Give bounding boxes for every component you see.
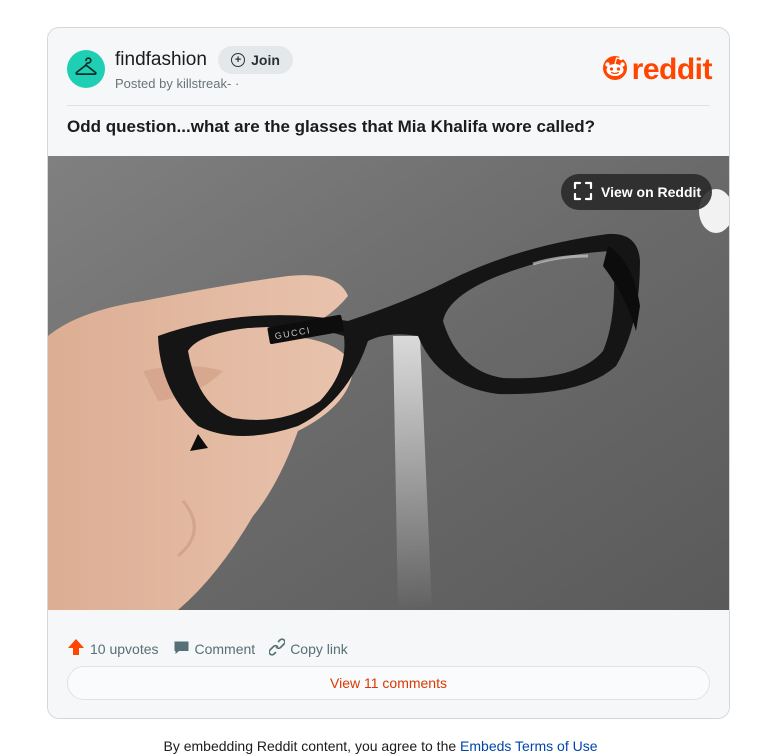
upvote-count: 10 upvotes (90, 640, 159, 657)
subreddit-name[interactable]: findfashion (115, 49, 207, 71)
comment-bubble-icon (173, 639, 190, 659)
post-actions: 10 upvotes Comment Copy link (67, 638, 348, 659)
hanger-icon (74, 56, 98, 83)
copy-link-label: Copy link (290, 640, 348, 657)
community-avatar[interactable] (67, 50, 105, 88)
embeds-terms-link[interactable]: Embeds Terms of Use (460, 738, 597, 754)
join-label: Join (251, 52, 280, 68)
author-link[interactable]: killstreak- (176, 76, 231, 91)
comment-label: Comment (194, 640, 256, 657)
plus-circle-icon: + (231, 53, 246, 67)
header-divider (67, 105, 710, 106)
upvote-arrow-icon (67, 638, 85, 659)
reddit-snoo-icon (600, 52, 630, 87)
view-on-reddit-label: View on Reddit (601, 184, 702, 200)
upvote-action[interactable]: 10 upvotes (67, 638, 159, 659)
posted-suffix: · (231, 76, 240, 91)
glasses-photo: GUCCI (48, 156, 729, 610)
posted-by: Posted by killstreak- · (115, 76, 239, 91)
reddit-logo[interactable]: reddit (600, 52, 713, 87)
posted-prefix: Posted by (115, 76, 177, 91)
view-comments-button[interactable]: View 11 comments (67, 666, 710, 700)
post-image[interactable]: GUCCI View on Reddit (48, 156, 729, 610)
view-on-reddit-button[interactable]: View on Reddit (561, 174, 712, 210)
copy-link-action[interactable]: Copy link (268, 638, 348, 659)
embed-disclaimer: By embedding Reddit content, you agree t… (0, 738, 761, 754)
link-icon (268, 638, 286, 659)
post-footer: 10 upvotes Comment Copy link View 11 com… (48, 610, 729, 718)
expand-icon (573, 181, 593, 204)
disclaimer-text: By embedding Reddit content, you agree t… (163, 738, 461, 754)
post-header: findfashion + Join Posted by killstreak-… (48, 28, 729, 156)
join-button[interactable]: + Join (218, 46, 293, 74)
reddit-embed-card: findfashion + Join Posted by killstreak-… (47, 27, 730, 719)
comment-action[interactable]: Comment (173, 639, 256, 659)
reddit-wordmark: reddit (631, 52, 713, 86)
post-title[interactable]: Odd question...what are the glasses that… (67, 117, 595, 137)
